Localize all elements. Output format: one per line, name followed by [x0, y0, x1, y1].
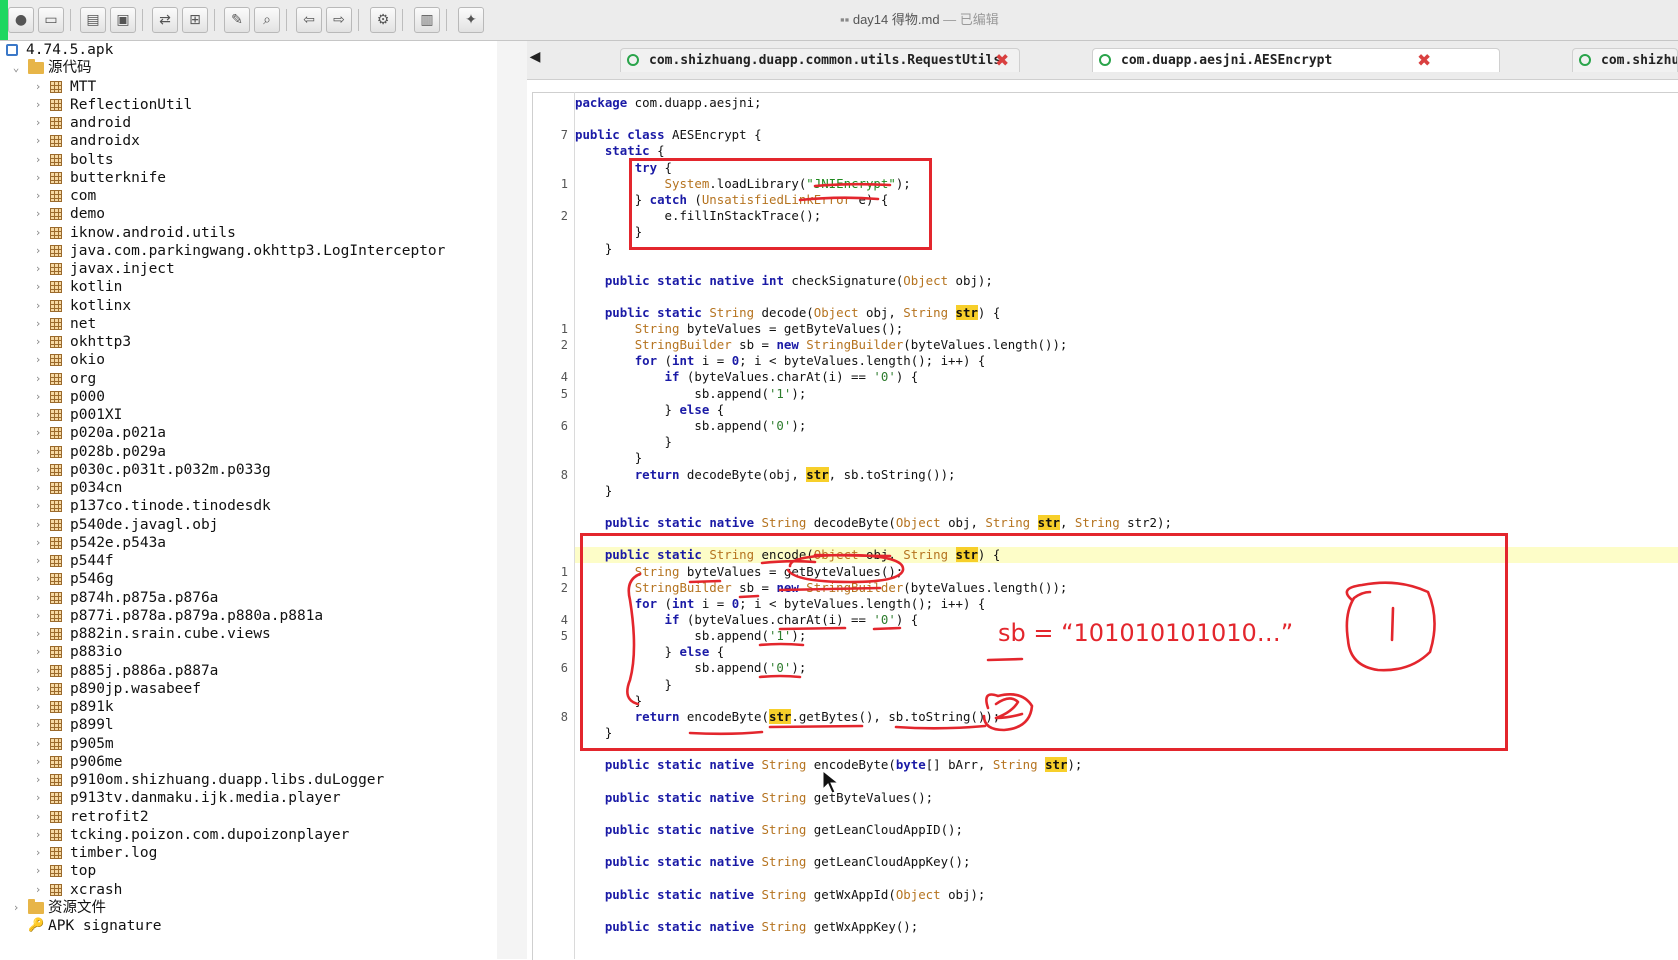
underline-char-zero — [872, 626, 902, 631]
circle-one — [1345, 581, 1436, 672]
underline-encode — [760, 559, 817, 565]
underline-sb-tostring — [894, 724, 987, 730]
bracket-loop — [626, 572, 642, 706]
underline-charat — [778, 626, 847, 631]
underline-sb — [738, 594, 760, 599]
mouse-cursor-icon — [822, 769, 840, 794]
underline-encodebyte — [688, 730, 764, 736]
strike-unsatisfied — [798, 196, 880, 202]
circle-two-digit — [994, 697, 1024, 720]
underline-str-getbytes — [768, 724, 864, 729]
underline-sb-note — [986, 657, 1024, 662]
underline-bytevalues — [688, 579, 722, 584]
circle-getbytevalues — [786, 553, 905, 584]
annotation-strokes — [626, 182, 1436, 794]
underline-append-zero — [758, 674, 802, 679]
strike-new-stringbuilder — [778, 586, 882, 592]
underline-append-one — [758, 642, 805, 647]
circle-one-digit — [1390, 606, 1395, 642]
underline-jniencrypt — [813, 182, 892, 188]
